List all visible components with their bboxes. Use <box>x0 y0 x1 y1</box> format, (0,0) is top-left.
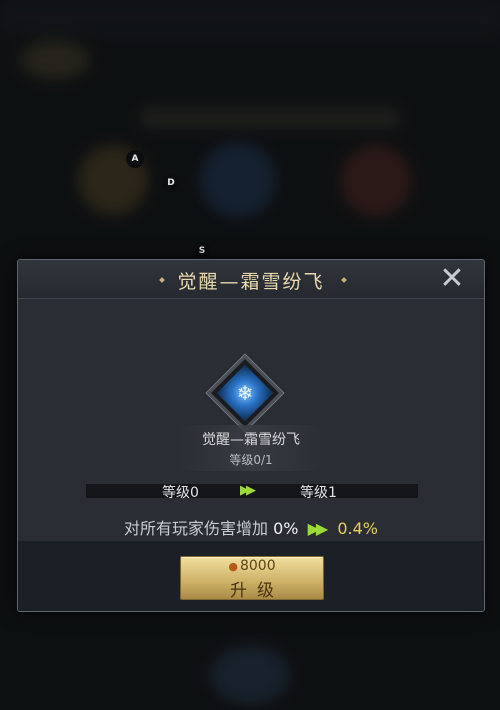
next-level-label: 等级1 <box>300 485 337 501</box>
effect-next-value: 0.4% <box>337 519 378 538</box>
current-level-label: 等级0 <box>162 485 199 501</box>
upgrade-label: 升级 <box>230 581 284 601</box>
double-arrow-icon: ▶▶ <box>307 519 329 538</box>
dialog-title: 觉醒—霜雪纷飞 <box>177 271 325 293</box>
key-hint-d: D <box>162 174 180 192</box>
double-arrow-icon: ▶▶ <box>240 483 256 498</box>
upgrade-button[interactable]: ● 8000 升级 <box>180 556 324 601</box>
key-hint-s: S <box>193 242 211 260</box>
skill-level: 等级0/1 <box>229 453 273 467</box>
effect-description: 对所有玩家伤害增加 0% ▶▶ 0.4% <box>18 515 484 539</box>
close-button[interactable]: ✕ <box>434 264 470 296</box>
effect-current-value: 0% <box>273 519 299 538</box>
skill-name: 觉醒—霜雪纷飞 <box>202 432 300 448</box>
upgrade-cost: ● 8000 <box>181 558 323 574</box>
level-progression-bar: 等级0 ▶▶ 等级1 <box>86 483 418 501</box>
frost-skill-icon: ❄ <box>216 364 274 422</box>
effect-label: 对所有玩家伤害增加 <box>124 519 269 538</box>
dialog-header: 觉醒—霜雪纷飞 ✕ <box>18 260 484 299</box>
skill-icon-frame: ❄ <box>206 354 284 432</box>
dialog-footer: ● 8000 升级 <box>18 541 484 611</box>
awaken-upgrade-dialog: 觉醒—霜雪纷飞 ✕ ❄ 觉醒—霜雪纷飞 等级0/1 等级0 ▶▶ 等级1 对所有… <box>17 259 485 612</box>
cost-value: 8000 <box>239 558 276 574</box>
key-hint-a: A <box>126 150 144 168</box>
currency-icon: ● <box>228 560 238 573</box>
dialog-body: ❄ 觉醒—霜雪纷飞 等级0/1 等级0 ▶▶ 等级1 对所有玩家伤害增加 0% … <box>18 299 484 541</box>
